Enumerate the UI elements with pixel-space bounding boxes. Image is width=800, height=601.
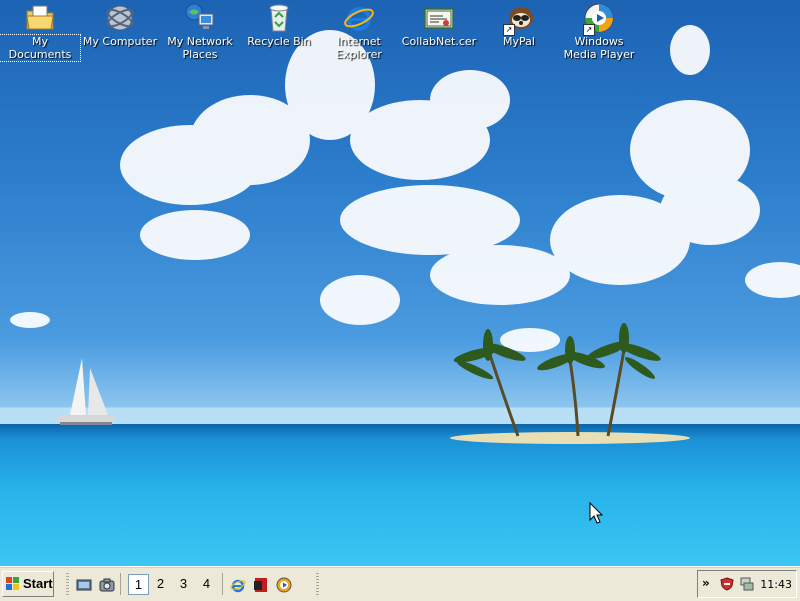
toolbar-separator [222, 573, 224, 595]
desktop-icon-label: CollabNet.cer [401, 35, 477, 48]
screenshot-icon[interactable] [99, 577, 115, 593]
desktop-icon-label: Windows Media Player [563, 35, 635, 61]
desktop-icon-my-computer[interactable]: My Computer [80, 2, 160, 48]
internet-explorer-icon[interactable] [230, 577, 246, 593]
palm-leaves [453, 323, 661, 380]
desktop-icon-label: Internet Explorer [336, 35, 382, 61]
start-label: Start [23, 576, 53, 591]
toolbar-separator [120, 573, 122, 595]
my-documents-icon [26, 5, 54, 30]
network-tray-icon[interactable] [740, 576, 754, 592]
taskbar: Start 1 2 3 4 » 11:43 [0, 566, 800, 601]
desktop-icon-recycle-bin[interactable]: Recycle Bin [239, 2, 319, 48]
my-computer-icon [106, 5, 134, 31]
desktop: My Documents My Computer My Network Plac… [0, 0, 800, 566]
sailboat [58, 358, 114, 425]
virtual-desktop-4[interactable]: 4 [196, 574, 217, 595]
desktop-icon-internet-explorer[interactable]: Internet Explorer [319, 2, 399, 61]
desktop-icon-my-network-places[interactable]: My Network Places [160, 2, 240, 61]
certificate-icon [424, 8, 454, 29]
recycle-bin-icon [269, 4, 289, 32]
virtual-desktop-1[interactable]: 1 [128, 574, 149, 595]
desktop-icon-windows-media-player[interactable]: ↗ Windows Media Player [559, 2, 639, 61]
mouse-cursor-icon [589, 501, 604, 524]
windows-logo-icon [6, 577, 19, 590]
desktop-icon-my-documents[interactable]: My Documents [0, 2, 81, 62]
island [450, 432, 690, 444]
network-places-icon [185, 3, 214, 29]
toolbar-grip[interactable] [316, 573, 319, 595]
shortcut-arrow-icon: ↗ [583, 24, 595, 36]
show-desktop-icon[interactable] [76, 577, 92, 593]
desktop-icon-label: MyPal [503, 35, 535, 48]
wallpaper-scene [10, 25, 800, 524]
acrobat-icon[interactable] [253, 577, 269, 593]
desktop-icon-collabnet-cer[interactable]: CollabNet.cer [399, 2, 479, 48]
system-tray: » 11:43 [697, 570, 797, 598]
virtual-desktop-2[interactable]: 2 [150, 574, 171, 595]
toolbar-grip[interactable] [66, 573, 69, 595]
virtual-desktop-3[interactable]: 3 [173, 574, 194, 595]
internet-explorer-icon [344, 7, 374, 31]
shortcut-arrow-icon: ↗ [503, 24, 515, 36]
desktop-icon-label: Recycle Bin [247, 35, 311, 48]
clock[interactable]: 11:43 [760, 578, 792, 591]
tray-chevron-button[interactable]: » [702, 576, 710, 590]
desktop-icon-mypal[interactable]: ↗ MyPal [479, 2, 559, 48]
desktop-icon-label: My Computer [82, 35, 158, 48]
start-button[interactable]: Start [2, 571, 54, 597]
desktop-icon-label: My Network Places [167, 35, 233, 61]
media-player-icon[interactable] [276, 577, 292, 593]
antivirus-shield-icon[interactable] [720, 577, 734, 591]
wallpaper-clouds [10, 25, 800, 352]
desktop-icon-label: My Documents [0, 34, 81, 62]
